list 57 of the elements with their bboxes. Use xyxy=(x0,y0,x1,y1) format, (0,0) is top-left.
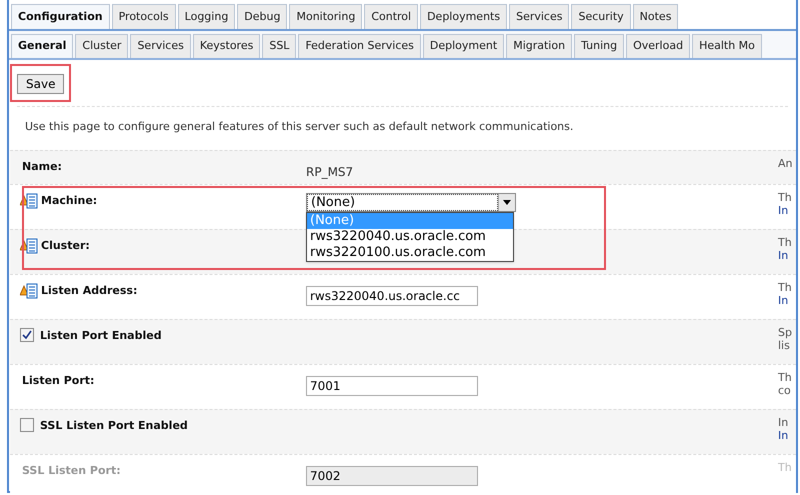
dropdown-option[interactable]: rws3220100.us.oracle.com xyxy=(307,244,513,260)
tab[interactable]: SSL xyxy=(262,34,296,58)
warning-document-icon xyxy=(20,282,39,298)
checkbox[interactable] xyxy=(20,328,34,342)
tab[interactable]: Security xyxy=(571,4,631,29)
tab[interactable]: Keystores xyxy=(192,34,260,58)
tab[interactable]: Configuration xyxy=(11,4,110,29)
tab[interactable]: Cluster xyxy=(75,34,128,58)
help-text: An xyxy=(778,156,794,170)
field-label: Name: xyxy=(22,158,62,174)
help-link[interactable]: In xyxy=(778,294,796,306)
help-text: lis xyxy=(778,338,791,352)
help-text: Th xyxy=(778,190,793,204)
tab[interactable]: Protocols xyxy=(112,4,176,29)
help-text: Sp xyxy=(778,326,793,338)
tab[interactable]: Migration xyxy=(506,34,572,58)
tab[interactable]: Monitoring xyxy=(289,4,362,29)
help-text: Th xyxy=(778,460,793,474)
tab[interactable]: Logging xyxy=(178,4,236,29)
check-icon xyxy=(22,330,32,340)
tab[interactable]: Health Mo xyxy=(692,34,762,58)
tab[interactable]: Deployments xyxy=(420,4,508,29)
field-label: Listen Port: xyxy=(22,372,94,388)
help-text: Th xyxy=(778,236,793,248)
help-link[interactable]: In xyxy=(778,428,796,442)
field-label: Listen Address: xyxy=(41,282,138,298)
help-text: Th xyxy=(778,370,793,384)
text-field[interactable]: rws3220040.us.oracle.cc xyxy=(306,286,478,306)
tab[interactable]: Overload xyxy=(626,34,690,58)
warning-document-icon xyxy=(20,192,39,208)
tab[interactable]: Federation Services xyxy=(298,34,421,58)
tab[interactable]: Services xyxy=(130,34,191,58)
dropdown-option[interactable]: rws3220040.us.oracle.com xyxy=(307,228,513,244)
intro-text: Use this page to configure general features of this server such as default network communications. xyxy=(25,119,574,135)
tab[interactable]: Control xyxy=(364,4,418,29)
field-label: Cluster: xyxy=(41,238,90,254)
field-label: SSL Listen Port Enabled xyxy=(40,418,188,434)
help-text: Th xyxy=(778,280,793,294)
field-label: Listen Port Enabled xyxy=(40,328,162,344)
tab[interactable]: Tuning xyxy=(574,34,624,58)
tab[interactable]: Services xyxy=(509,4,570,29)
checkbox[interactable] xyxy=(20,418,34,432)
help-link[interactable]: In xyxy=(778,204,796,216)
tab[interactable]: Deployment xyxy=(422,34,504,58)
tab[interactable]: General xyxy=(11,34,74,58)
help-link[interactable]: In xyxy=(778,248,796,262)
name-value: RP_MS7 xyxy=(306,164,354,178)
help-text: In xyxy=(778,416,790,428)
warning-document-icon xyxy=(20,238,39,254)
save-button[interactable]: Save xyxy=(17,74,64,94)
tab[interactable]: Notes xyxy=(632,4,678,29)
tab[interactable]: Debug xyxy=(237,4,288,29)
machine-select[interactable]: (None) xyxy=(306,192,516,212)
text-field[interactable]: 7001 xyxy=(306,376,478,396)
field-label: Machine: xyxy=(41,192,98,208)
help-text: co xyxy=(778,384,792,396)
field-label: SSL Listen Port: xyxy=(22,462,121,478)
